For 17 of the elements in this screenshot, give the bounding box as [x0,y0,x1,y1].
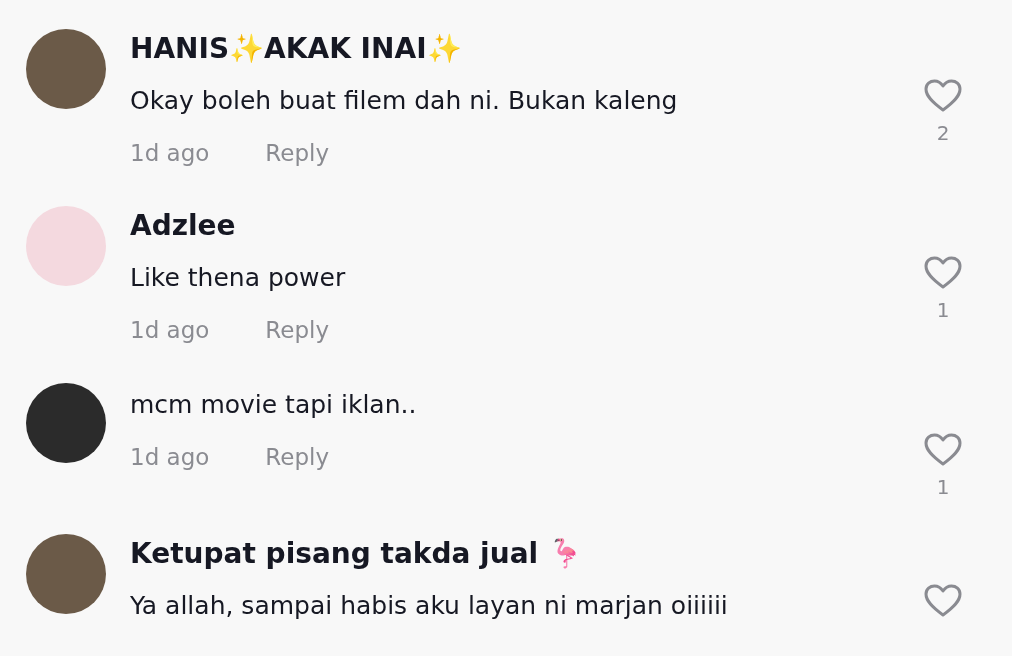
comment-text: Like thena power [130,262,347,294]
username[interactable]: Ketupat pisang takda jual 🦩 [130,534,889,574]
timestamp: 1d ago [130,316,210,345]
comment-text: Ya allah, sampai habis aku layan ni marjan oiiiiii [130,590,729,622]
username[interactable]: Adzlee [130,206,889,246]
heart-icon[interactable] [924,584,962,618]
like-count: 1 [936,475,950,499]
username[interactable]: HANIS✨AKAK INAI✨ [130,29,889,69]
comment-text: mcm movie tapi iklan.. [130,389,418,421]
comment-text: Okay boleh buat filem dah ni. Bukan kaleng [130,85,679,117]
heart-icon[interactable] [924,433,962,467]
timestamp: 1d ago [130,443,210,472]
like-count: 2 [936,121,950,145]
heart-icon[interactable] [924,256,962,290]
timestamp: 1d ago [130,139,210,168]
like-count: 1 [936,298,950,322]
heart-icon[interactable] [924,79,962,113]
